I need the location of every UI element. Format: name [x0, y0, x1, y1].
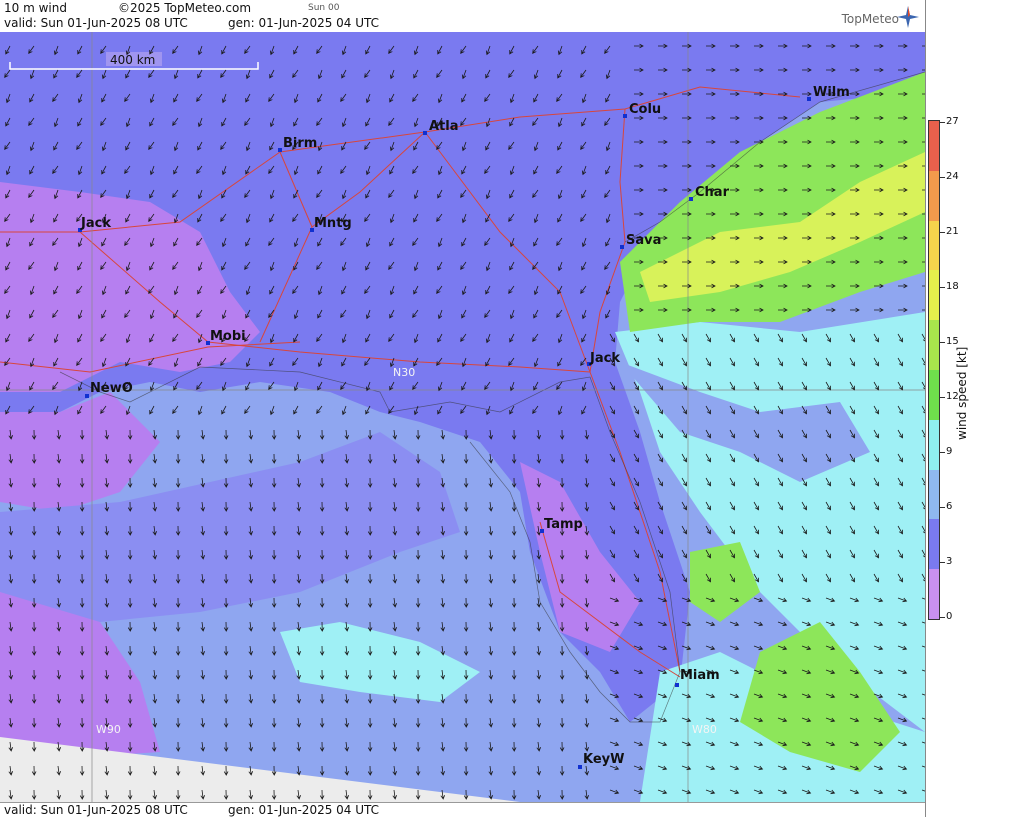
- colorbar-tick-label: 0: [946, 611, 953, 622]
- scale-bar-label: 400 km: [110, 53, 155, 67]
- colorbar-tick-label: 24: [946, 171, 959, 182]
- compass-star-icon: [897, 6, 919, 28]
- colorbar-tick-mark: [939, 232, 945, 233]
- brand-logo[interactable]: TopMeteo: [842, 12, 899, 26]
- city-birm: Birm: [283, 136, 317, 151]
- colorbar-segment: [929, 419, 939, 470]
- city-miam: Miam: [680, 668, 720, 683]
- city-atla: Atla: [429, 119, 459, 134]
- colorbar-segment: [929, 369, 939, 420]
- colorbar-tick-mark: [939, 177, 945, 178]
- wind-map[interactable]: N30 W90 W80 400 km Wilm Colu Atla Birm C…: [0, 32, 925, 802]
- colorbar-segment: [929, 170, 939, 221]
- colorbar-tick-mark: [939, 452, 945, 453]
- colorbar-tick-label: 6: [946, 501, 953, 512]
- colorbar-tick-mark: [939, 122, 945, 123]
- city-jack-fl: Jack: [589, 351, 620, 366]
- colorbar-tick-label: 27: [946, 116, 959, 127]
- product-title: 10 m wind: [4, 1, 67, 15]
- colorbar-segment: [929, 469, 939, 520]
- colorbar-title: wind speed [kt]: [955, 346, 969, 440]
- wind-speed-colorbar: [928, 120, 940, 620]
- colorbar-tick-mark: [939, 617, 945, 618]
- colorbar-tick-mark: [939, 287, 945, 288]
- city-mobi: Mobi: [210, 329, 246, 344]
- grid-label-w80: W80: [692, 723, 717, 736]
- copyright: ©2025 TopMeteo.com: [118, 1, 252, 15]
- colorbar-tick-label: 9: [946, 446, 953, 457]
- colorbar-segment: [929, 270, 939, 321]
- city-wilm: Wilm: [813, 85, 850, 100]
- city-sava: Sava: [626, 233, 661, 248]
- colorbar-tick-mark: [939, 342, 945, 343]
- city-jack-ms: Jack: [80, 216, 111, 231]
- colorbar-segment: [929, 569, 939, 619]
- colorbar-tick-mark: [939, 397, 945, 398]
- footer-gen-time: gen: 01-Jun-2025 04 UTC: [228, 803, 380, 817]
- city-colu: Colu: [629, 102, 661, 117]
- footer-valid-time: valid: Sun 01-Jun-2025 08 UTC: [4, 803, 188, 817]
- city-mntg: Mntg: [314, 216, 352, 231]
- colorbar-tick-mark: [939, 507, 945, 508]
- colorbar-segment: [929, 220, 939, 271]
- grid-label-n30: N30: [393, 366, 415, 379]
- colorbar-tick-label: 18: [946, 281, 959, 292]
- gen-time: gen: 01-Jun-2025 04 UTC: [228, 16, 380, 30]
- run-tag: Sun 00: [308, 3, 340, 13]
- colorbar-segment: [929, 519, 939, 570]
- map-header: 10 m wind ©2025 TopMeteo.com Sun 00 vali…: [0, 0, 925, 32]
- city-tamp: Tamp: [544, 517, 583, 532]
- valid-time: valid: Sun 01-Jun-2025 08 UTC: [4, 16, 188, 30]
- map-footer: valid: Sun 01-Jun-2025 08 UTC gen: 01-Ju…: [0, 802, 925, 818]
- colorbar-tick-mark: [939, 562, 945, 563]
- city-keyw: KeyW: [583, 752, 624, 767]
- colorbar-segment: [929, 121, 939, 171]
- colorbar-segment: [929, 320, 939, 370]
- city-char: Char: [695, 185, 730, 200]
- colorbar-tick-label: 15: [946, 336, 959, 347]
- colorbar-tick-label: 21: [946, 226, 959, 237]
- city-newo: NewO: [90, 381, 133, 396]
- colorbar-tick-label: 3: [946, 556, 953, 567]
- grid-label-w90: W90: [96, 723, 121, 736]
